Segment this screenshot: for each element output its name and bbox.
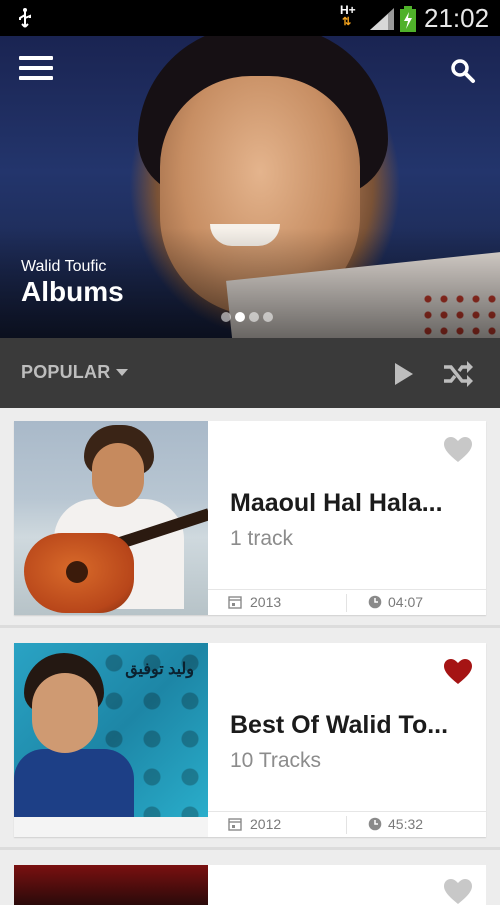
- track-count: 1 track: [230, 527, 294, 550]
- album-title: Maaoul Hal Hala...: [230, 489, 443, 517]
- heart-icon[interactable]: [444, 437, 472, 463]
- cover-script: وليد توفيق: [125, 661, 194, 678]
- album-meta: 2013 04:07: [208, 589, 486, 616]
- album-year: 2012: [250, 816, 282, 832]
- heart-icon[interactable]: [444, 879, 472, 905]
- status-time: 21:02: [424, 3, 490, 33]
- pager-dot[interactable]: [263, 312, 273, 322]
- cover-strip: [14, 817, 208, 837]
- album-cover[interactable]: [14, 865, 208, 905]
- album-duration: 04:07: [388, 594, 424, 610]
- shuffle-icon[interactable]: [442, 360, 474, 388]
- artist-name: Walid Toufic: [21, 258, 107, 275]
- guitar-soundhole: [66, 561, 88, 583]
- heart-icon[interactable]: [444, 659, 472, 685]
- battery-icon: [400, 6, 416, 32]
- meta-divider: [346, 594, 347, 612]
- search-icon[interactable]: [450, 58, 476, 84]
- albums-toolbar: POPULAR: [0, 338, 500, 408]
- cover-face: [92, 443, 144, 507]
- card-separator: [0, 847, 500, 850]
- pager-dot[interactable]: [249, 312, 259, 322]
- meta-divider: [346, 816, 347, 834]
- play-icon[interactable]: [393, 362, 415, 386]
- album-year: 2013: [250, 594, 282, 610]
- menu-icon[interactable]: [19, 56, 53, 82]
- calendar-icon: [228, 596, 242, 609]
- album-card[interactable]: وليد توفيق Best Of Walid To... 10 Tracks…: [14, 643, 486, 837]
- network-indicator: H+ ⇅: [340, 4, 356, 28]
- track-count: 10 Tracks: [230, 749, 322, 772]
- signal-icon: [370, 8, 394, 30]
- pager-dot[interactable]: [221, 312, 231, 322]
- album-meta: 2012 45:32: [208, 811, 486, 838]
- calendar-icon: [228, 818, 242, 831]
- album-cover[interactable]: وليد توفيق: [14, 643, 208, 837]
- album-duration: 45:32: [388, 816, 424, 832]
- cover-face: [32, 673, 98, 753]
- sort-dropdown[interactable]: POPULAR: [21, 362, 110, 383]
- status-bar: H+ ⇅ 21:02: [0, 0, 500, 36]
- usb-icon: [19, 8, 31, 28]
- clock-icon: [368, 817, 382, 831]
- clock-icon: [368, 595, 382, 609]
- page-title: Albums: [21, 276, 124, 307]
- chevron-down-icon[interactable]: [116, 369, 128, 376]
- network-type: H+: [340, 3, 356, 17]
- card-separator: [0, 625, 500, 628]
- album-card[interactable]: [14, 865, 486, 905]
- album-title: Best Of Walid To...: [230, 711, 449, 739]
- artist-header[interactable]: Walid Toufic Albums: [0, 36, 500, 338]
- data-arrows-icon: ⇅: [342, 16, 352, 28]
- pager-dot-active[interactable]: [235, 312, 245, 322]
- album-card[interactable]: Maaoul Hal Hala... 1 track 2013 04:07: [14, 421, 486, 615]
- pager-dots[interactable]: [221, 312, 273, 324]
- album-cover[interactable]: [14, 421, 208, 615]
